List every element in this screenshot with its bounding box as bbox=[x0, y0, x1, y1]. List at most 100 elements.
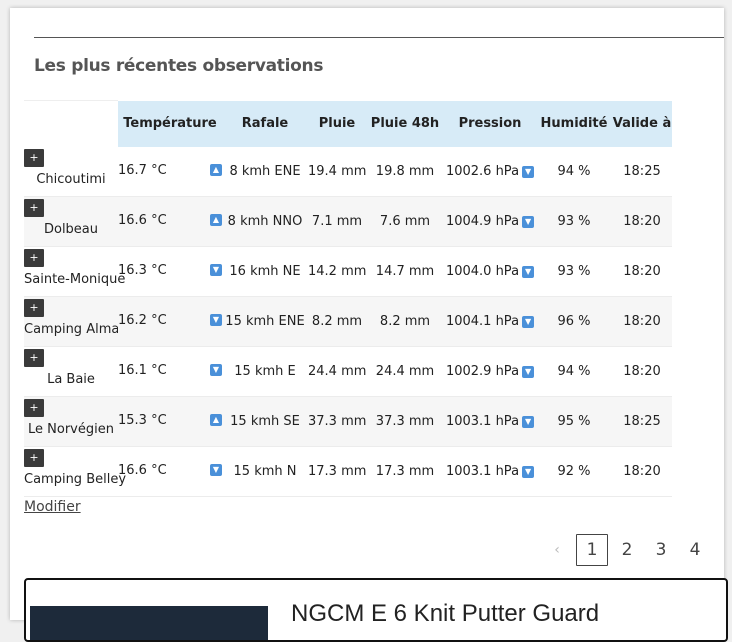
page-4[interactable]: 4 bbox=[680, 535, 710, 565]
rain-value: 37.3 mm bbox=[308, 396, 366, 447]
rain-value: 8.2 mm bbox=[308, 296, 366, 347]
expand-button[interactable]: + bbox=[24, 149, 44, 167]
table-header-row: Température Rafale Pluie Pluie 48h Press… bbox=[24, 100, 672, 147]
rain-value: 24.4 mm bbox=[308, 346, 366, 397]
section-title: Les plus récentes observations bbox=[34, 56, 324, 76]
expand-button[interactable]: + bbox=[24, 299, 44, 317]
humidity-value: 94 % bbox=[536, 147, 612, 197]
trend-down-icon: ▼ bbox=[522, 415, 535, 428]
gust-value: 15 kmh SE bbox=[222, 396, 308, 447]
rain-48h-value: 7.6 mm bbox=[366, 196, 444, 247]
temperature-cell: 16.6 °C ▼ bbox=[118, 446, 222, 497]
rain-48h-value: 17.3 mm bbox=[366, 446, 444, 497]
header-station bbox=[24, 100, 118, 147]
gust-value: 16 kmh NE bbox=[222, 246, 308, 297]
page-2[interactable]: 2 bbox=[612, 535, 642, 565]
observations-card: Les plus récentes observations Températu… bbox=[10, 8, 724, 620]
pressure-wrap: 1003.1 hPa ▼ bbox=[446, 414, 535, 429]
promo-title[interactable]: NGCM E 6 Knit Putter Guard bbox=[291, 600, 599, 628]
page-1[interactable]: 1 bbox=[576, 534, 608, 566]
rain-value: 19.4 mm bbox=[308, 147, 366, 197]
humidity-value: 96 % bbox=[536, 296, 612, 347]
pressure-cell: 1004.0 hPa ▼ bbox=[444, 246, 536, 297]
temperature-cell: 16.6 °C ▲ bbox=[118, 196, 222, 247]
expand-button[interactable]: + bbox=[24, 199, 44, 217]
table-row: + Camping Alma 16.2 °C ▼ 15 kmh ENE 8.2 mm 8.2… bbox=[24, 296, 672, 347]
valid-time: 18:25 bbox=[612, 147, 672, 197]
humidity-value: 95 % bbox=[536, 396, 612, 447]
trend-down-icon: ▼ bbox=[522, 165, 535, 178]
valid-time: 18:20 bbox=[612, 246, 672, 297]
temperature-cell: 16.1 °C ▼ bbox=[118, 346, 222, 397]
gust-value: 15 kmh ENE bbox=[222, 296, 308, 347]
expand-button[interactable]: + bbox=[24, 349, 44, 367]
header-pressure: Pression bbox=[444, 100, 536, 147]
pressure-value: 1002.9 hPa bbox=[445, 364, 520, 379]
temperature-value: 16.6 °C bbox=[118, 463, 167, 478]
temperature-value: 16.6 °C bbox=[118, 213, 167, 228]
rain-48h-value: 24.4 mm bbox=[366, 346, 444, 397]
trend-down-icon: ▼ bbox=[210, 464, 222, 476]
valid-time: 18:20 bbox=[612, 196, 672, 247]
pressure-wrap: 1003.1 hPa ▼ bbox=[446, 464, 535, 479]
trend-up-icon: ▲ bbox=[210, 164, 222, 176]
header-temperature: Température bbox=[118, 100, 222, 147]
station-name: Le Norvégien bbox=[28, 422, 114, 437]
trend-down-icon: ▼ bbox=[522, 465, 535, 478]
page-3[interactable]: 3 bbox=[646, 535, 676, 565]
rain-48h-value: 8.2 mm bbox=[366, 296, 444, 347]
trend-up-icon: ▲ bbox=[210, 414, 222, 426]
gust-value: 8 kmh NNO bbox=[222, 196, 308, 247]
gust-value: 15 kmh N bbox=[222, 446, 308, 497]
table-row: + Sainte-Monique 16.3 °C ▼ 16 kmh NE 14.2 mm 1… bbox=[24, 246, 672, 297]
header-rain: Pluie bbox=[308, 100, 366, 147]
trend-down-icon: ▼ bbox=[210, 264, 222, 276]
gust-value: 15 kmh E bbox=[222, 346, 308, 397]
valid-time: 18:25 bbox=[612, 396, 672, 447]
pressure-cell: 1003.1 hPa ▼ bbox=[444, 396, 536, 447]
page-prev-icon[interactable]: ‹ bbox=[550, 542, 564, 558]
table-row: + Chicoutimi 16.7 °C ▲ 8 kmh ENE 19.4 mm 19.8 … bbox=[24, 147, 672, 197]
promo-image[interactable] bbox=[30, 606, 268, 640]
trend-down-icon: ▼ bbox=[210, 364, 222, 376]
table-row: + Le Norvégien 15.3 °C ▲ 15 kmh SE 37.3 mm 37.… bbox=[24, 396, 672, 447]
rain-48h-value: 19.8 mm bbox=[366, 147, 444, 197]
pressure-value: 1004.0 hPa bbox=[445, 264, 520, 279]
header-gust: Rafale bbox=[222, 100, 308, 147]
temperature-value: 16.7 °C bbox=[118, 163, 167, 178]
gust-value: 8 kmh ENE bbox=[222, 147, 308, 197]
rain-value: 14.2 mm bbox=[308, 246, 366, 297]
promo-card[interactable]: NGCM E 6 Knit Putter Guard bbox=[24, 578, 728, 642]
humidity-value: 94 % bbox=[536, 346, 612, 397]
pressure-cell: 1002.9 hPa ▼ bbox=[444, 346, 536, 397]
valid-time: 18:20 bbox=[612, 346, 672, 397]
pressure-cell: 1003.1 hPa ▼ bbox=[444, 446, 536, 497]
station-name: Sainte-Monique bbox=[24, 272, 126, 287]
pressure-value: 1004.9 hPa bbox=[445, 214, 520, 229]
pressure-value: 1002.6 hPa bbox=[445, 164, 520, 179]
pressure-wrap: 1002.9 hPa ▼ bbox=[445, 364, 535, 379]
header-valid-at: Valide à bbox=[612, 100, 672, 147]
rain-value: 17.3 mm bbox=[308, 446, 366, 497]
expand-button[interactable]: + bbox=[24, 249, 44, 267]
station-name: Dolbeau bbox=[43, 222, 99, 237]
modify-link[interactable]: Modifier bbox=[24, 499, 81, 515]
rain-value: 7.1 mm bbox=[308, 196, 366, 247]
pagination: ‹ 1 2 3 4 bbox=[550, 534, 710, 566]
temperature-value: 15.3 °C bbox=[118, 413, 167, 428]
pressure-wrap: 1002.6 hPa ▼ bbox=[445, 164, 535, 179]
header-rain-48h: Pluie 48h bbox=[366, 100, 444, 147]
temperature-cell: 15.3 °C ▲ bbox=[118, 396, 222, 447]
expand-button[interactable]: + bbox=[24, 399, 44, 417]
expand-button[interactable]: + bbox=[24, 449, 44, 467]
temperature-value: 16.2 °C bbox=[118, 313, 167, 328]
trend-up-icon: ▲ bbox=[210, 214, 222, 226]
trend-down-icon: ▼ bbox=[522, 315, 535, 328]
pressure-wrap: 1004.9 hPa ▼ bbox=[445, 214, 535, 229]
table-row: + Camping Belley 16.6 °C ▼ 15 kmh N 17.3 mm 17… bbox=[24, 446, 672, 497]
station-cell: + Chicoutimi bbox=[24, 147, 118, 197]
station-cell: + Camping Belley bbox=[24, 446, 126, 497]
pressure-value: 1004.1 hPa bbox=[445, 314, 520, 329]
station-name: Camping Alma bbox=[24, 322, 120, 337]
pressure-wrap: 1004.1 hPa ▼ bbox=[445, 314, 535, 329]
